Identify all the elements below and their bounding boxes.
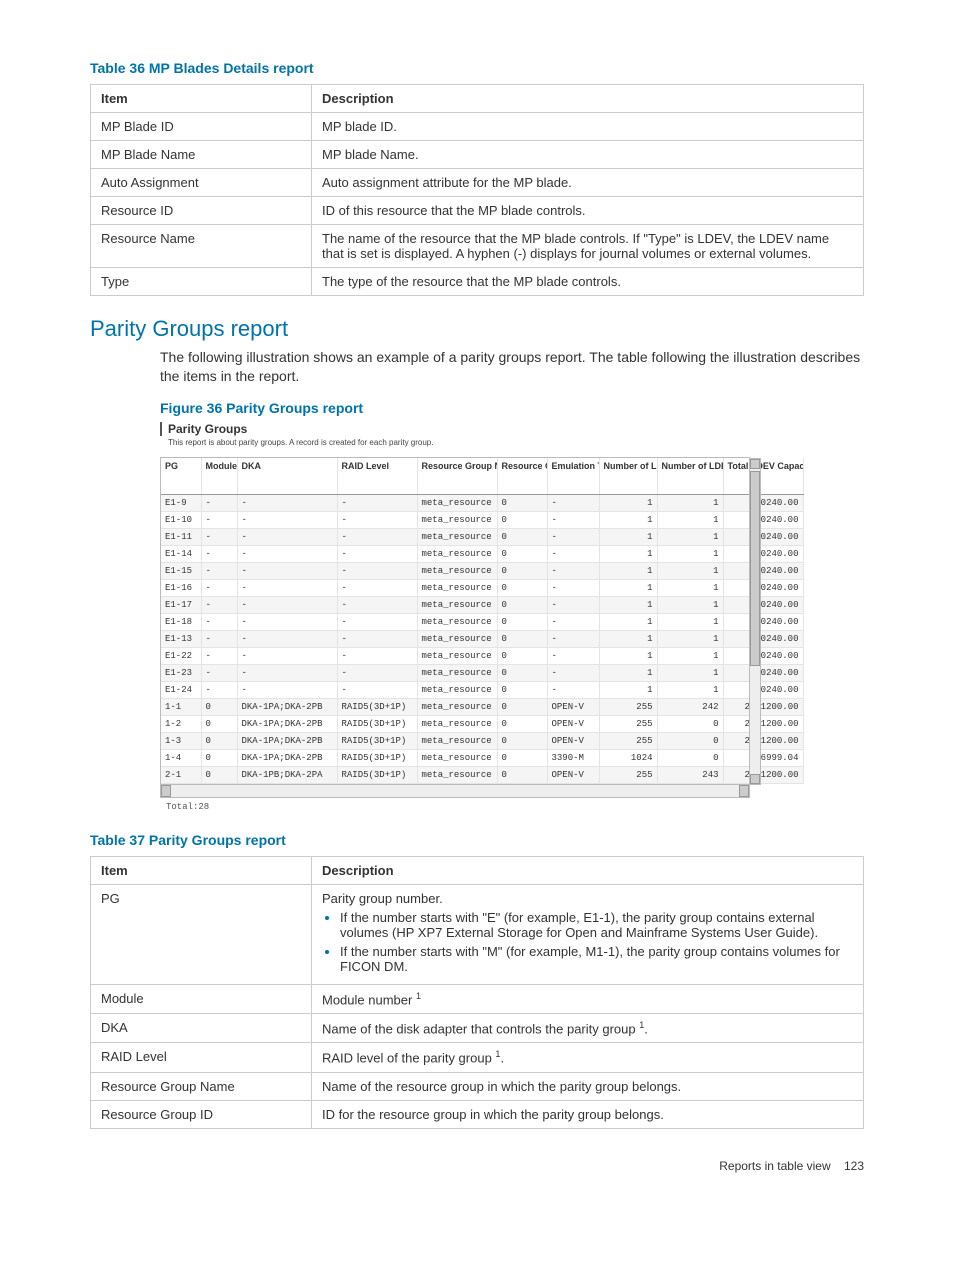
grid-row[interactable]: E1-17---meta_resource0-1110240.00 — [161, 596, 803, 613]
section-body: The following illustration shows an exam… — [160, 348, 864, 386]
column-header: Item — [91, 856, 312, 884]
grid-row[interactable]: E1-22---meta_resource0-1110240.00 — [161, 647, 803, 664]
page-number: 123 — [844, 1159, 864, 1173]
parity-groups-report: Parity Groups This report is about parit… — [160, 422, 750, 812]
grid-column-header[interactable]: Resource Group ID — [497, 458, 547, 495]
table-row: Resource Group NameName of the resource … — [91, 1072, 864, 1100]
grid-row[interactable]: E1-18---meta_resource0-1110240.00 — [161, 613, 803, 630]
table-row: TypeThe type of the resource that the MP… — [91, 268, 864, 296]
page-footer: Reports in table view 123 — [90, 1159, 864, 1173]
grid-column-header[interactable]: Emulation Type — [547, 458, 599, 495]
column-header: Description — [312, 85, 864, 113]
table37: ItemDescription PGParity group number.If… — [90, 856, 864, 1129]
grid-column-header[interactable]: Number of LDEVs(Total) — [599, 458, 657, 495]
horizontal-scrollbar[interactable] — [161, 784, 749, 797]
scroll-right-icon[interactable] — [739, 785, 749, 797]
table-row: MP Blade IDMP blade ID. — [91, 113, 864, 141]
footer-label: Reports in table view — [719, 1159, 830, 1173]
table-row: Resource IDID of this resource that the … — [91, 197, 864, 225]
scroll-thumb[interactable] — [750, 471, 760, 666]
table-row: DKAName of the disk adapter that control… — [91, 1014, 864, 1043]
table-row: Resource NameThe name of the resource th… — [91, 225, 864, 268]
column-header: Item — [91, 85, 312, 113]
report-grid: PGModuleDKARAID LevelResource Group Name… — [161, 458, 804, 784]
figure-caption: Figure 36 Parity Groups report — [160, 400, 864, 416]
grid-column-header[interactable]: Module — [201, 458, 237, 495]
table-row: Resource Group IDID for the resource gro… — [91, 1100, 864, 1128]
grid-row[interactable]: E1-10---meta_resource0-1110240.00 — [161, 511, 803, 528]
column-header: Description — [312, 856, 864, 884]
grid-column-header[interactable]: PG — [161, 458, 201, 495]
table36-title: Table 36 MP Blades Details report — [90, 60, 864, 76]
grid-row[interactable]: E1-11---meta_resource0-1110240.00 — [161, 528, 803, 545]
table37-title: Table 37 Parity Groups report — [90, 832, 864, 848]
table-row: PGParity group number.If the number star… — [91, 884, 864, 984]
report-subtitle: This report is about parity groups. A re… — [160, 438, 750, 447]
scroll-down-icon[interactable] — [750, 774, 760, 784]
section-heading: Parity Groups report — [90, 316, 864, 342]
grid-row[interactable]: E1-23---meta_resource0-1110240.00 — [161, 664, 803, 681]
grid-row[interactable]: 1-30DKA-1PA;DKA-2PBRAID5(3D+1P)meta_reso… — [161, 732, 803, 749]
grid-row[interactable]: E1-16---meta_resource0-1110240.00 — [161, 579, 803, 596]
grid-column-header[interactable]: Number of LDEVs(Unallocated) — [657, 458, 723, 495]
grid-row[interactable]: E1-9---meta_resource0-1110240.00 — [161, 494, 803, 511]
grid-row[interactable]: E1-14---meta_resource0-1110240.00 — [161, 545, 803, 562]
grid-column-header[interactable]: Resource Group Name — [417, 458, 497, 495]
grid-row[interactable]: E1-13---meta_resource0-1110240.00 — [161, 630, 803, 647]
table-row: MP Blade NameMP blade Name. — [91, 141, 864, 169]
grid-row[interactable]: E1-15---meta_resource0-1110240.00 — [161, 562, 803, 579]
grid-row[interactable]: 1-20DKA-1PA;DKA-2PBRAID5(3D+1P)meta_reso… — [161, 715, 803, 732]
grid-column-header[interactable]: RAID Level — [337, 458, 417, 495]
report-total: Total:28 — [160, 798, 750, 812]
grid-row[interactable]: 2-10DKA-1PB;DKA-2PARAID5(3D+1P)meta_reso… — [161, 766, 803, 783]
scroll-up-icon[interactable] — [750, 459, 760, 469]
table36: ItemDescription MP Blade IDMP blade ID.M… — [90, 84, 864, 296]
grid-column-header[interactable]: Total LDEV Capacity(MB) — [723, 458, 803, 495]
grid-row[interactable]: 1-40DKA-1PA;DKA-2PBRAID5(3D+1P)meta_reso… — [161, 749, 803, 766]
grid-column-header[interactable]: DKA — [237, 458, 337, 495]
grid-row[interactable]: 1-10DKA-1PA;DKA-2PBRAID5(3D+1P)meta_reso… — [161, 698, 803, 715]
table-row: ModuleModule number 1 — [91, 984, 864, 1013]
table-row: RAID LevelRAID level of the parity group… — [91, 1043, 864, 1072]
table-row: Auto AssignmentAuto assignment attribute… — [91, 169, 864, 197]
vertical-scrollbar[interactable] — [749, 458, 761, 785]
scroll-left-icon[interactable] — [161, 785, 171, 797]
report-title: Parity Groups — [160, 422, 750, 436]
grid-row[interactable]: E1-24---meta_resource0-1110240.00 — [161, 681, 803, 698]
